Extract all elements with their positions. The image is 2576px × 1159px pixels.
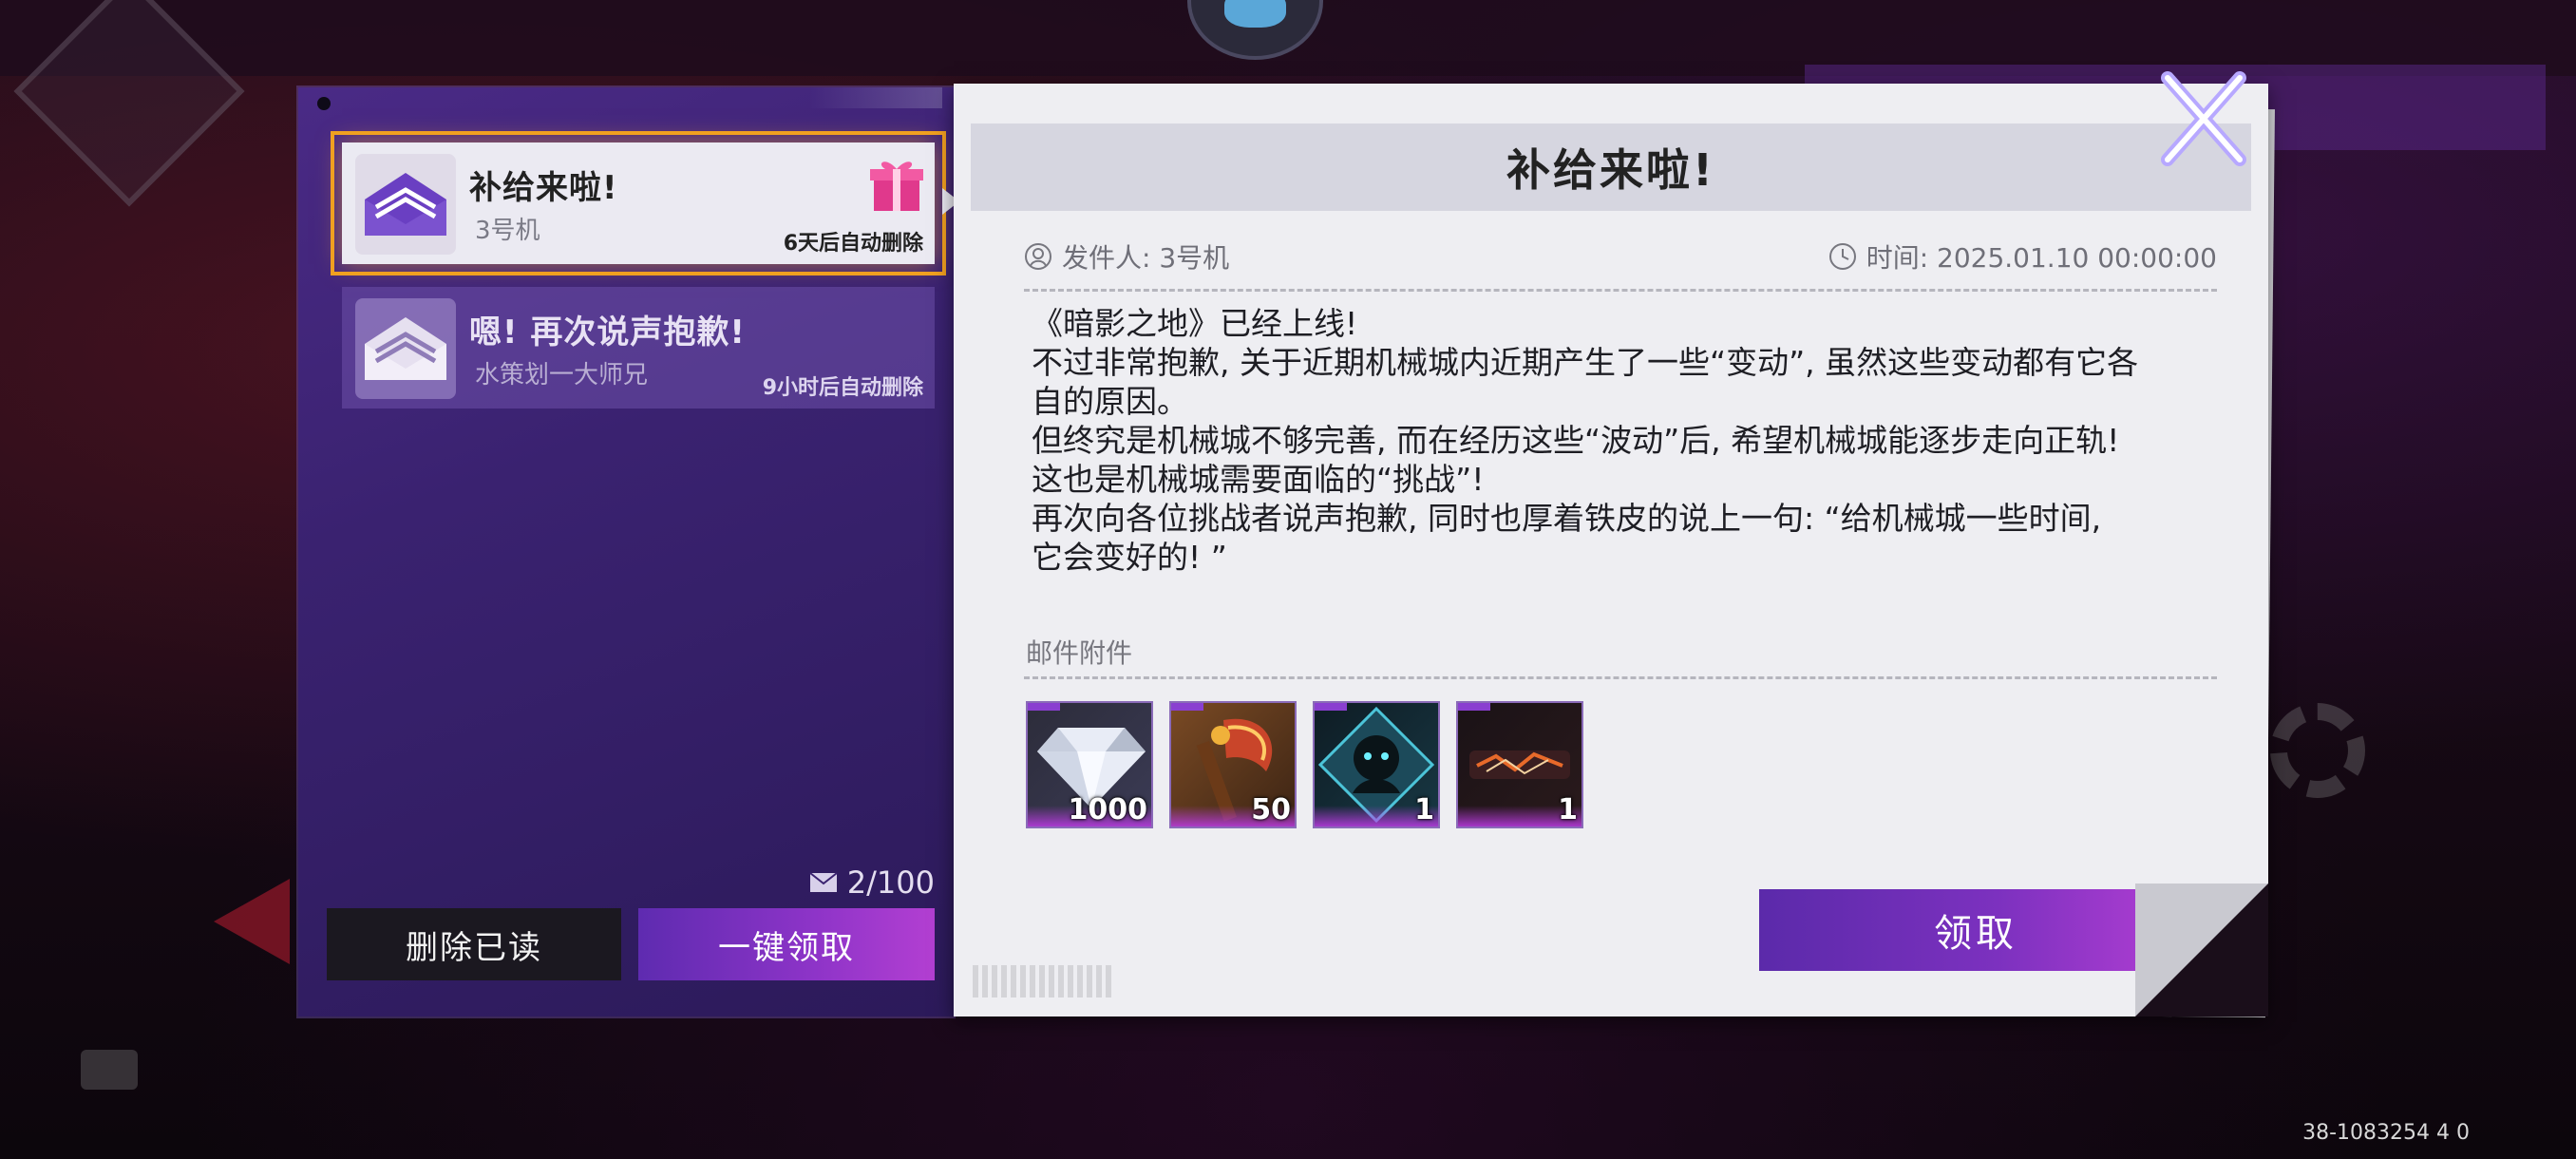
attachment-quantity: 1	[1558, 793, 1578, 826]
sender-text: 发件人: 3号机	[1062, 242, 1230, 274]
mail-meta-row: 发件人: 3号机 时间: 2025.01.10 00:00:00	[1024, 236, 2217, 277]
divider	[1024, 289, 2217, 292]
mail-detail-panel: 补给来啦! 发件人: 3号机 时间: 2025.01.10 00:00:00 《…	[954, 84, 2268, 1016]
page-fold-corner	[2135, 884, 2268, 1016]
attachment-quantity: 1	[1414, 793, 1434, 826]
attachment-item[interactable]: 1000	[1026, 701, 1153, 828]
body-line: 但终究是机械城不够完善, 而在经历这些“波动”后, 希望机械城能逐步走向正轨!	[1032, 422, 2120, 459]
time-text: 时间: 2025.01.10 00:00:00	[1866, 242, 2217, 274]
mail-sender: 3号机	[475, 217, 540, 245]
mail-item-unread[interactable]: 嗯! 再次说声抱歉! 水策划一大师兄 9小时后自动删除	[342, 287, 935, 408]
mail-list-panel: 补给来啦! 3号机 6天后自动删除 嗯! 再次说声抱歉! 水策划一大师兄 9小时…	[298, 87, 959, 1016]
claim-all-button[interactable]: 一键领取	[638, 908, 935, 980]
sender-info: 发件人: 3号机	[1024, 238, 1229, 276]
gift-icon	[868, 154, 925, 217]
attachment-item[interactable]: 1	[1313, 701, 1440, 828]
mail-expire-text: 9小时后自动删除	[762, 376, 923, 400]
divider	[1024, 676, 2217, 679]
mail-expire-text: 6天后自动删除	[783, 232, 923, 256]
body-line: 这也是机械城需要面临的“挑战”!	[1032, 461, 1485, 498]
attachment-quantity: 50	[1251, 793, 1291, 826]
close-icon	[2161, 71, 2246, 166]
close-button[interactable]	[2156, 66, 2251, 171]
background-chat-icon	[81, 1050, 138, 1090]
mail-sender: 水策划一大师兄	[475, 361, 649, 390]
mail-body: 《暗影之地》已经上线! 不过非常抱歉, 关于近期机械城内近期产生了一些“变动”,…	[1032, 304, 2228, 577]
envelope-icon	[355, 298, 456, 399]
mail-item-selected[interactable]: 补给来啦! 3号机 6天后自动删除	[331, 131, 959, 276]
clock-icon	[1828, 243, 1856, 270]
background-arrow-icon	[214, 879, 290, 964]
body-line: 自的原因。	[1032, 383, 1188, 420]
delete-read-button[interactable]: 删除已读	[327, 908, 621, 980]
detail-header: 补给来啦!	[971, 124, 2251, 211]
build-id-text: 38-1083254 4 0	[2302, 1121, 2470, 1145]
attachments-row: 1000 50 1 1	[1026, 701, 1583, 828]
mail-count: 2/100	[809, 864, 935, 901]
body-line: 再次向各位挑战者说声抱歉, 同时也厚着铁皮的说上一句: “给机械城一些时间,	[1032, 500, 2102, 537]
detail-title: 补给来啦!	[1506, 144, 1715, 196]
panel-corner-dot	[317, 97, 331, 110]
envelope-icon	[355, 154, 456, 255]
user-icon	[1025, 243, 1051, 270]
attachment-item[interactable]: 1	[1456, 701, 1583, 828]
time-info: 时间: 2025.01.10 00:00:00	[1828, 238, 2217, 276]
body-line: 不过非常抱歉, 关于近期机械城内近期产生了一些“变动”, 虽然这些变动都有它各	[1032, 344, 2139, 381]
mail-title: 嗯! 再次说声抱歉!	[469, 314, 746, 352]
fine-print-watermark	[973, 965, 1115, 998]
attachments-label: 邮件附件	[1026, 637, 1133, 669]
mail-count-text: 2/100	[846, 864, 935, 901]
mail-count-envelope-icon	[809, 872, 838, 892]
background-gear-icon	[2270, 703, 2365, 798]
attachment-quantity: 1000	[1068, 793, 1148, 826]
panel-top-strip	[809, 87, 942, 108]
attachment-item[interactable]: 50	[1169, 701, 1297, 828]
body-line: 它会变好的! ”	[1032, 539, 1227, 576]
claim-button[interactable]: 领取	[1759, 889, 2192, 971]
body-line: 《暗影之地》已经上线!	[1032, 305, 1358, 342]
mail-title: 补给来啦!	[469, 169, 618, 207]
